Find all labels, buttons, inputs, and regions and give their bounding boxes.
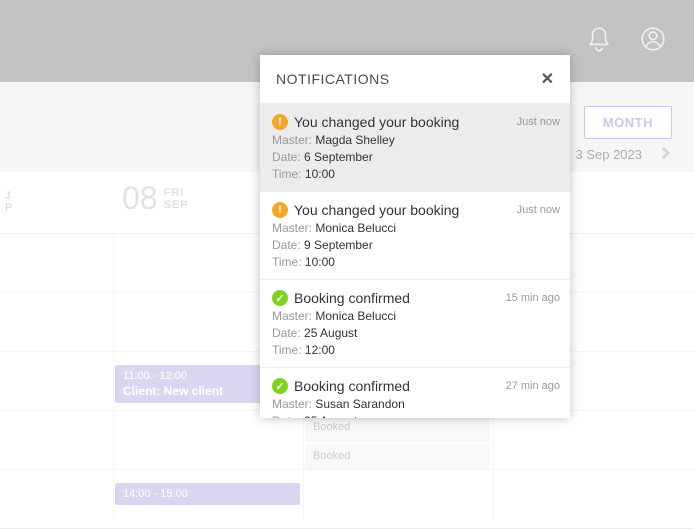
- notification-timestamp: 27 min ago: [506, 380, 560, 392]
- profile-icon[interactable]: [640, 26, 666, 57]
- chevron-right-icon[interactable]: [660, 147, 672, 162]
- warning-icon: !: [272, 202, 288, 218]
- notification-title-text: Booking confirmed: [294, 378, 410, 394]
- date-range: 3 Sep 2023: [575, 147, 672, 162]
- notification-item[interactable]: ✓ Booking confirmed Master: Monica Belucci…: [260, 280, 570, 368]
- day-number: 08: [122, 180, 158, 217]
- close-icon[interactable]: ✕: [541, 69, 554, 89]
- notification-title-text: You changed your booking: [294, 202, 459, 218]
- notification-detail: Master: Magda Shelley: [272, 133, 558, 147]
- booked-slot[interactable]: Booked: [305, 444, 490, 470]
- notification-detail: Date: 25 August: [272, 414, 558, 418]
- warning-icon: !: [272, 114, 288, 130]
- notifications-panel: NOTIFICATIONS ✕ ! You changed your bookin…: [260, 55, 570, 418]
- notification-detail: Time: 12:00: [272, 343, 558, 357]
- notification-title-text: You changed your booking: [294, 114, 459, 130]
- month-button[interactable]: MONTH: [584, 106, 672, 139]
- notification-detail: Time: 10:00: [272, 255, 558, 269]
- notification-item[interactable]: ✓ Booking confirmed Master: Susan Sarandon…: [260, 368, 570, 418]
- notification-timestamp: 15 min ago: [506, 292, 560, 304]
- notification-item[interactable]: ! You changed your booking Master: Monica …: [260, 192, 570, 280]
- notification-detail: Time: 10:00: [272, 167, 558, 181]
- bell-icon[interactable]: [586, 26, 612, 57]
- day-of-week: FRI SEP: [164, 187, 189, 211]
- notification-title-text: Booking confirmed: [294, 290, 410, 306]
- check-icon: ✓: [272, 290, 288, 306]
- notification-timestamp: Just now: [517, 116, 560, 128]
- day-partial-left: J P: [5, 190, 13, 214]
- day-header-08: 08 FRI SEP: [122, 180, 189, 217]
- notification-item[interactable]: ! You changed your booking Master: Magda S…: [260, 104, 570, 192]
- notifications-list[interactable]: ! You changed your booking Master: Magda S…: [260, 103, 570, 418]
- booked-slot[interactable]: Booked: [305, 415, 490, 441]
- date-range-text: 3 Sep 2023: [575, 147, 642, 162]
- notification-detail: Master: Monica Belucci: [272, 221, 558, 235]
- calendar-event[interactable]: 14:00 - 15:00: [115, 483, 300, 505]
- notification-detail: Master: Susan Sarandon: [272, 397, 558, 411]
- notifications-header: NOTIFICATIONS ✕: [260, 55, 570, 103]
- notification-detail: Date: 9 September: [272, 238, 558, 252]
- event-time: 14:00 - 15:00: [123, 488, 292, 500]
- check-icon: ✓: [272, 378, 288, 394]
- notification-timestamp: Just now: [517, 204, 560, 216]
- notification-detail: Master: Monica Belucci: [272, 309, 558, 323]
- notifications-title: NOTIFICATIONS: [276, 71, 390, 87]
- notification-detail: Date: 25 August: [272, 326, 558, 340]
- notification-detail: Date: 6 September: [272, 150, 558, 164]
